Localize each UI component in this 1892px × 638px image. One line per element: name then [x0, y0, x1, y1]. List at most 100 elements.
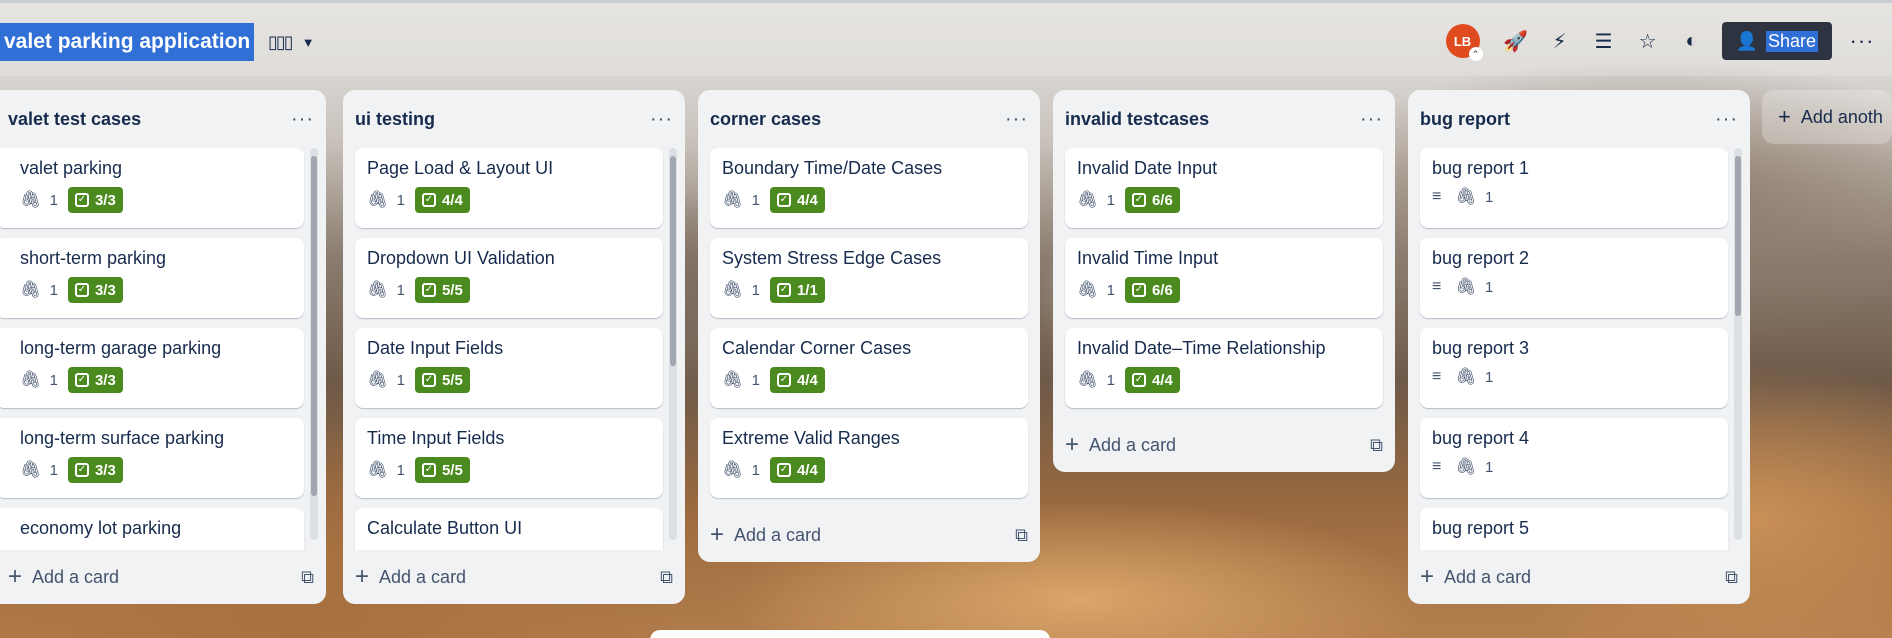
visibility-globe-icon[interactable]: ◐: [1670, 21, 1714, 61]
card[interactable]: Page Load & Layout UI 🖇 1 ✓ 4/4: [355, 148, 663, 228]
card-template-icon[interactable]: ⧉: [1370, 435, 1383, 456]
attachment-icon: 🖇: [722, 370, 744, 389]
more-menu-button[interactable]: ···: [1832, 28, 1892, 54]
card[interactable]: long-term garage parking 🖇 1 ✓ 3/3: [0, 328, 304, 408]
checklist-badge: ✓ 4/4: [769, 187, 825, 213]
card-template-icon[interactable]: ⧉: [660, 567, 673, 588]
add-card-button[interactable]: + Add a card: [1420, 563, 1531, 591]
card[interactable]: Time Input Fields 🖇 1 ✓ 5/5: [355, 418, 663, 498]
checklist-badge: ✓ 5/5: [414, 457, 470, 483]
add-list-button[interactable]: + Add anoth: [1762, 90, 1892, 144]
attachment-icon: 🖇: [20, 280, 42, 299]
list-title[interactable]: invalid testcases: [1065, 109, 1209, 130]
checkbox-icon: ✓: [421, 283, 436, 297]
share-button[interactable]: 👤 Share: [1721, 22, 1832, 60]
add-card-button[interactable]: + Add a card: [0, 563, 119, 591]
checklist-badge: ✓ 5/5: [414, 277, 470, 303]
scrollbar[interactable]: [1734, 148, 1742, 540]
card-template-icon[interactable]: ⧉: [1725, 567, 1738, 588]
checkbox-icon: ✓: [74, 193, 89, 207]
checklist-badge: ✓ 4/4: [769, 367, 825, 393]
card[interactable]: Date Input Fields 🖇 1 ✓ 5/5: [355, 328, 663, 408]
scrollbar[interactable]: [669, 148, 677, 540]
star-icon[interactable]: ☆: [1626, 21, 1670, 61]
card[interactable]: Dropdown UI Validation 🖇 1 ✓ 5/5: [355, 238, 663, 318]
checkbox-icon: ✓: [776, 373, 791, 387]
card-template-icon[interactable]: ⧉: [301, 567, 314, 588]
checkbox-icon: ✓: [421, 193, 436, 207]
list-header: ui testing ···: [343, 90, 685, 148]
plus-icon: +: [355, 563, 370, 590]
filter-icon[interactable]: ☰: [1582, 21, 1626, 61]
card[interactable]: bug report 5: [1420, 508, 1728, 550]
board-title[interactable]: valet parking application: [0, 23, 255, 61]
card[interactable]: economy lot parking: [0, 508, 304, 550]
card[interactable]: Invalid Date Input 🖇 1 ✓ 6/6: [1065, 148, 1383, 228]
description-icon: ≡: [1432, 458, 1442, 475]
checkbox-icon: ✓: [421, 463, 436, 477]
attachment-icon: 🖇: [722, 280, 744, 299]
attachment-icon: 🖇: [20, 190, 42, 209]
list-menu-icon[interactable]: ···: [291, 108, 314, 131]
list-corner-cases: corner cases ··· Boundary Time/Date Case…: [698, 90, 1040, 562]
card-list: Boundary Time/Date Cases 🖇 1 ✓ 4/4 System …: [698, 148, 1040, 508]
view-switcher[interactable]: ▯▯▯ ▼: [268, 29, 315, 55]
attachment-icon: 🖇: [1077, 190, 1099, 209]
list-title[interactable]: ui testing: [355, 109, 435, 130]
card[interactable]: System Stress Edge Cases 🖇 1 ✓ 1/1: [710, 238, 1028, 318]
card[interactable]: bug report 2 ≡ 🖇 1: [1420, 238, 1728, 318]
list-title[interactable]: corner cases: [710, 109, 821, 130]
list-menu-icon[interactable]: ···: [1360, 108, 1383, 131]
list-menu-icon[interactable]: ···: [1005, 108, 1028, 131]
card[interactable]: long-term surface parking 🖇 1 ✓ 3/3: [0, 418, 304, 498]
checkbox-icon: ✓: [776, 463, 791, 477]
card[interactable]: Invalid Time Input 🖇 1 ✓ 6/6: [1065, 238, 1383, 318]
power-ups-icon[interactable]: 🚀: [1494, 21, 1538, 61]
card[interactable]: Invalid Date–Time Relationship 🖇 1 ✓ 4/4: [1065, 328, 1383, 408]
attachment-icon: 🖇: [367, 280, 389, 299]
automation-icon[interactable]: ⚡: [1538, 21, 1582, 61]
card[interactable]: Calculate Button UI: [355, 508, 663, 550]
add-card-button[interactable]: + Add a card: [710, 521, 821, 549]
list-title[interactable]: bug report: [1420, 109, 1510, 130]
card[interactable]: short-term parking 🖇 1 ✓ 3/3: [0, 238, 304, 318]
plus-icon: +: [1778, 104, 1791, 129]
checklist-badge: ✓ 3/3: [67, 367, 123, 393]
description-icon: ≡: [1432, 368, 1442, 385]
card[interactable]: Calendar Corner Cases 🖇 1 ✓ 4/4: [710, 328, 1028, 408]
list-header: bug report ···: [1408, 90, 1750, 148]
list-title[interactable]: valet test cases: [0, 109, 141, 130]
checkbox-icon: ✓: [74, 373, 89, 387]
list-footer: + Add a card ⧉: [343, 550, 685, 604]
checklist-badge: ✓ 1/1: [769, 277, 825, 303]
card-list: valet parking 🖇 1 ✓ 3/3 short-term parking…: [0, 148, 326, 550]
card[interactable]: bug report 3 ≡ 🖇 1: [1420, 328, 1728, 408]
add-person-icon: 👤: [1735, 30, 1758, 51]
attachment-icon: 🖇: [722, 190, 744, 209]
card[interactable]: valet parking 🖇 1 ✓ 3/3: [0, 148, 304, 228]
card-template-icon[interactable]: ⧉: [1015, 525, 1028, 546]
bottom-toolbar[interactable]: [650, 630, 1050, 638]
attachment-icon: 🖇: [1455, 187, 1477, 206]
add-card-button[interactable]: + Add a card: [1065, 431, 1176, 459]
add-card-button[interactable]: + Add a card: [355, 563, 466, 591]
card[interactable]: bug report 4 ≡ 🖇 1: [1420, 418, 1728, 498]
header-actions: LB ⌃ 🚀 ⚡ ☰ ☆ ◐ 👤 Share ···: [1445, 21, 1892, 61]
card-list: bug report 1 ≡ 🖇 1 bug report 2 ≡ 🖇 1 bug re…: [1408, 148, 1750, 550]
card[interactable]: bug report 1 ≡ 🖇 1: [1420, 148, 1728, 228]
plus-icon: +: [1065, 431, 1080, 458]
scrollbar[interactable]: [310, 148, 318, 540]
avatar[interactable]: LB ⌃: [1445, 24, 1483, 61]
attachment-icon: 🖇: [1077, 280, 1099, 299]
list-menu-icon[interactable]: ···: [1715, 108, 1738, 131]
board-view-icon: ▯▯▯: [268, 31, 294, 52]
list-menu-icon[interactable]: ···: [650, 108, 673, 131]
description-icon: ≡: [1432, 278, 1442, 295]
checkbox-icon: ✓: [1131, 193, 1146, 207]
checkbox-icon: ✓: [421, 373, 436, 387]
list-header: valet test cases ···: [0, 90, 326, 148]
card[interactable]: Boundary Time/Date Cases 🖇 1 ✓ 4/4: [710, 148, 1028, 228]
card[interactable]: Extreme Valid Ranges 🖇 1 ✓ 4/4: [710, 418, 1028, 498]
attachment-icon: 🖇: [1455, 277, 1477, 296]
list-bug-report: bug report ··· bug report 1 ≡ 🖇 1 bug repo…: [1408, 90, 1750, 604]
